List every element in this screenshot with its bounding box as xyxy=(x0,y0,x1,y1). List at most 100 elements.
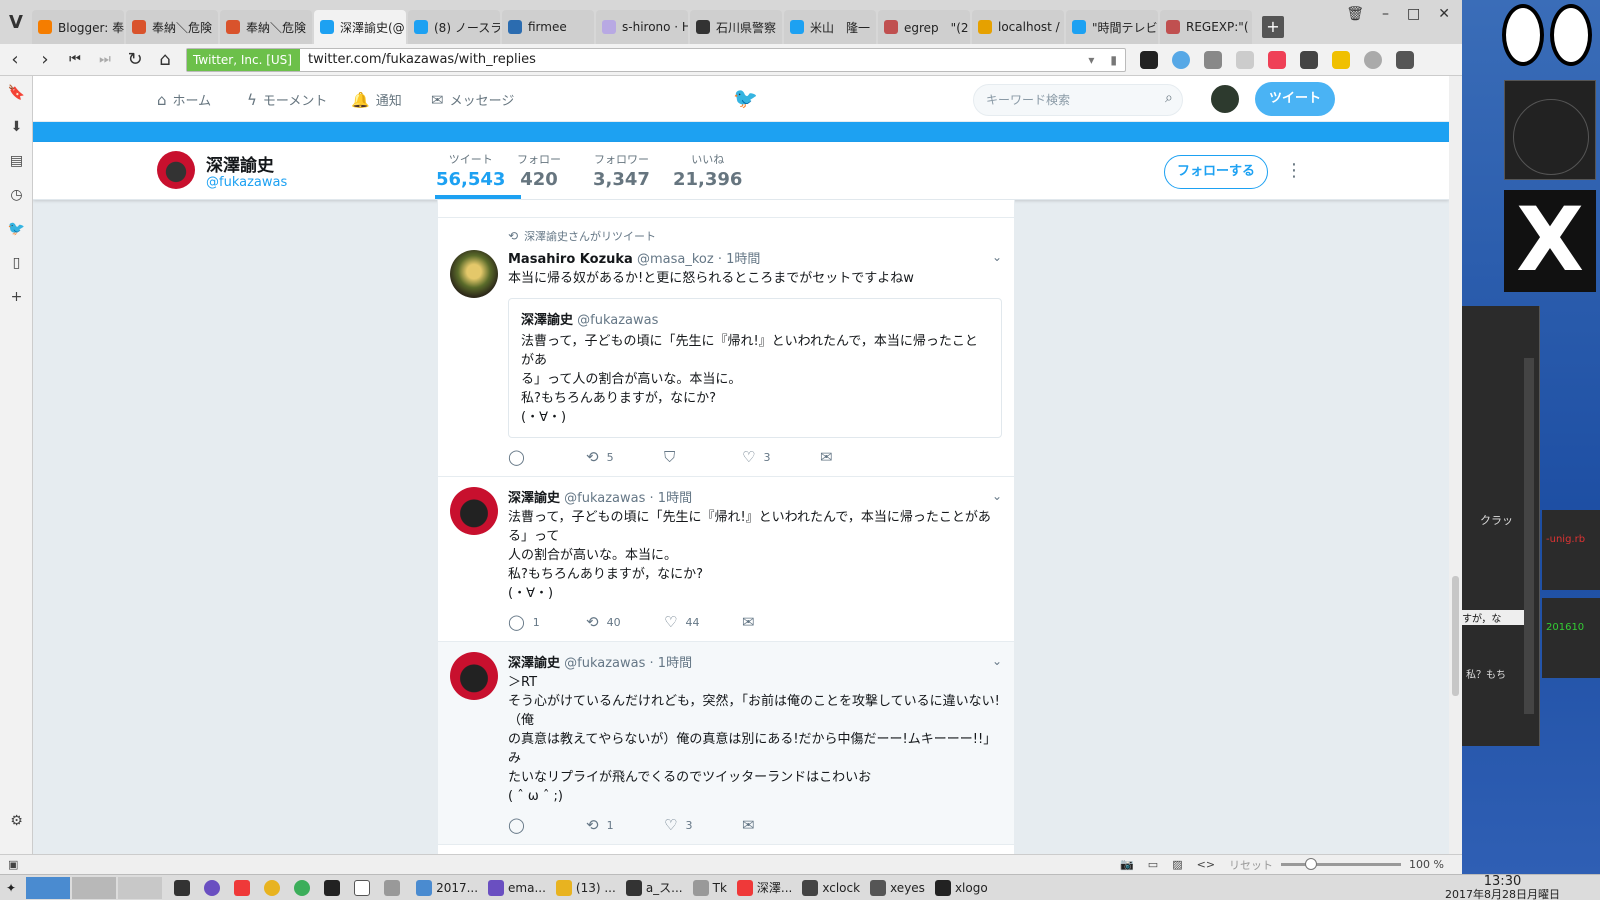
direct-message-button[interactable]: ✉ xyxy=(820,448,898,466)
workspace-2[interactable] xyxy=(72,876,117,899)
tool-launcher-icon[interactable] xyxy=(384,879,401,896)
tweet-time[interactable]: · 1時間 xyxy=(650,491,693,506)
taskbar-window-item[interactable]: a_ス... xyxy=(625,879,683,896)
terminal-window-3[interactable]: 201610 xyxy=(1542,598,1600,678)
settings-icon[interactable]: ⚙ xyxy=(0,804,33,838)
browser-tab[interactable]: "時間テレビ xyxy=(1066,10,1158,44)
xlogo-window[interactable]: X xyxy=(1504,190,1596,292)
twitter-bird-icon[interactable]: 🐦 xyxy=(733,86,758,110)
fast-forward-button[interactable]: ⏭ xyxy=(90,52,120,67)
retweet-button[interactable]: ⟲ 1 xyxy=(586,816,664,834)
tweet-time[interactable]: · 1時間 xyxy=(718,252,761,267)
browser-tab[interactable]: 奉納＼危険 xyxy=(126,10,218,44)
evernote-icon[interactable] xyxy=(1300,50,1318,69)
tiling-icon[interactable]: ▭ xyxy=(1148,858,1158,871)
panel-toggle-icon[interactable]: ▣ xyxy=(8,858,18,871)
tweet[interactable]: 深澤諭史 @fukazawas · 1時間 ⌄ 法曹って，子どもの頃に「先生に『帰れ… xyxy=(438,477,1014,642)
zoom-slider[interactable] xyxy=(1281,858,1402,870)
more-options-icon[interactable]: ⋮ xyxy=(1285,160,1303,181)
tweet-author-handle[interactable]: @fukazawas xyxy=(564,491,645,506)
workspace-3[interactable] xyxy=(118,876,163,899)
browser-tab[interactable]: Blogger: 奉 xyxy=(32,10,124,44)
tweet[interactable]: ⟲ 深澤諭史さんがリツイート Masahiro Kozuka @masa_koz ·… xyxy=(438,218,1014,477)
nav-home[interactable]: ⌂ ホーム xyxy=(157,90,211,110)
tweet-menu-chevron-down-icon[interactable]: ⌄ xyxy=(992,654,1002,668)
profile-handle[interactable]: @fukazawas xyxy=(206,175,287,190)
taskbar-window-item[interactable]: ema... xyxy=(488,879,546,896)
extension-icon[interactable] xyxy=(1204,50,1222,69)
profile-stat[interactable]: いいね 21,396 xyxy=(673,151,742,190)
terminal-window[interactable]: クラッ すが，な 私？もち xyxy=(1462,306,1540,746)
tweet-time[interactable]: · 1時間 xyxy=(650,656,693,671)
browser-tab[interactable]: 深澤諭史(@ xyxy=(314,10,406,44)
tweet-menu-chevron-down-icon[interactable]: ⌄ xyxy=(992,489,1002,503)
atom-launcher-icon[interactable] xyxy=(294,879,311,896)
capture-icon[interactable]: 📷 xyxy=(1120,858,1134,871)
terminal-launcher-icon[interactable] xyxy=(174,879,191,896)
browser-tab[interactable]: REGEXP:"( xyxy=(1160,10,1252,44)
profile-name[interactable]: 深澤諭史 xyxy=(206,151,274,176)
notes-panel-icon[interactable]: ▤ xyxy=(0,144,33,178)
browser-tab[interactable]: 奉納＼危険 xyxy=(220,10,312,44)
emacs-launcher-icon[interactable] xyxy=(204,879,221,896)
search-icon[interactable]: ⌕ xyxy=(1165,90,1173,106)
reload-button[interactable]: ↻ xyxy=(120,49,150,70)
system-clock[interactable]: 13:30 2017年8月28日月曜日 xyxy=(1445,875,1560,900)
taskbar-window-item[interactable]: Tk xyxy=(692,879,727,896)
page-actions-icon[interactable]: <> xyxy=(1197,858,1215,871)
certificate-badge[interactable]: Twitter, Inc. [US] xyxy=(187,48,300,71)
tweet-author-name[interactable]: Masahiro Kozuka xyxy=(508,252,633,267)
chrome-launcher-icon[interactable] xyxy=(264,879,281,896)
direct-message-button[interactable]: ✉ xyxy=(742,816,820,834)
add-panel-icon[interactable]: + xyxy=(0,280,33,314)
app-menu-icon[interactable]: ✦ xyxy=(6,881,16,895)
close-window-button[interactable]: ✕ xyxy=(1438,6,1450,22)
tweet-avatar[interactable] xyxy=(450,487,498,535)
downloads-panel-icon[interactable]: ⬇ xyxy=(0,110,33,144)
reply-button[interactable]: ◯ xyxy=(508,448,586,466)
tweet-avatar[interactable] xyxy=(450,652,498,700)
xeyes-window[interactable] xyxy=(1502,4,1592,72)
browser-tab[interactable]: firmee xyxy=(502,10,594,44)
workspace-1[interactable] xyxy=(26,876,71,899)
taskbar-window-item[interactable]: 深澤... xyxy=(736,879,792,896)
tweet-timeline[interactable]: ⟲ 深澤諭史さんがリツイート Masahiro Kozuka @masa_koz ·… xyxy=(437,200,1015,854)
like-button[interactable]: ♡ 44 xyxy=(664,613,742,631)
tweet[interactable]: ⟲深澤諭史さんがリツイートゆうきゆう❤マンガで分かる心療内科❤ @sinrine… xyxy=(438,845,1014,854)
taskbar-window-item[interactable]: xeyes xyxy=(870,879,925,896)
zoom-slider-knob[interactable] xyxy=(1305,858,1318,870)
zoom-reset[interactable]: リセット xyxy=(1229,857,1273,873)
extension-icon[interactable] xyxy=(1364,50,1382,69)
follow-button[interactable]: フォローする xyxy=(1164,155,1268,189)
extension-icon[interactable] xyxy=(1236,50,1254,69)
profile-stat[interactable]: フォロワー 3,347 xyxy=(593,151,650,190)
taskbar-window-item[interactable]: xclock xyxy=(802,879,860,896)
terminal-window-2[interactable]: -unig.rb xyxy=(1542,510,1600,590)
profile-avatar[interactable] xyxy=(157,151,195,189)
profile-stat[interactable]: フォロー 420 xyxy=(517,151,561,190)
console-launcher-icon[interactable] xyxy=(324,879,341,896)
pocket-icon[interactable] xyxy=(1268,50,1286,69)
extension-icon[interactable] xyxy=(1172,50,1190,69)
search-input[interactable]: キーワード検索 xyxy=(973,84,1183,116)
new-tab-button[interactable]: + xyxy=(1262,16,1284,38)
direct-message-button[interactable]: ✉ xyxy=(742,613,820,631)
retweet-button[interactable]: ⟲ 5 xyxy=(586,448,664,466)
quoted-tweet[interactable]: 深澤諭史 @fukazawas 法曹って，子どもの頃に「先生に『帰れ!』といわれた… xyxy=(508,298,1002,438)
trash-icon[interactable]: 🗑 xyxy=(1346,6,1364,22)
url-dropdown-icon[interactable]: ▾ xyxy=(1088,53,1094,67)
tweet-author-handle[interactable]: @fukazawas xyxy=(564,656,645,671)
twitter-panel-icon[interactable]: 🐦 xyxy=(0,212,33,246)
history-panel-icon[interactable]: ◷ xyxy=(0,178,33,212)
extension-icon[interactable] xyxy=(1396,50,1414,69)
like-button[interactable]: ♡ 3 xyxy=(664,816,742,834)
scrollbar-thumb[interactable] xyxy=(1452,576,1459,696)
browser-tab[interactable]: localhost / xyxy=(972,10,1064,44)
workspace-switcher[interactable] xyxy=(26,876,163,899)
tweet[interactable]: 深澤諭史 @fukazawas · 1時間 ⌄ ＞RT そう心がけているんだけれども… xyxy=(438,642,1014,845)
taskbar-window-item[interactable]: 2017... xyxy=(416,879,478,896)
vivaldi-menu-icon[interactable]: V xyxy=(0,0,32,44)
tweet-author-handle[interactable]: @masa_koz xyxy=(637,252,714,267)
terminal-scrollbar[interactable] xyxy=(1524,358,1534,714)
browser-tab[interactable]: 石川県警察 xyxy=(690,10,782,44)
